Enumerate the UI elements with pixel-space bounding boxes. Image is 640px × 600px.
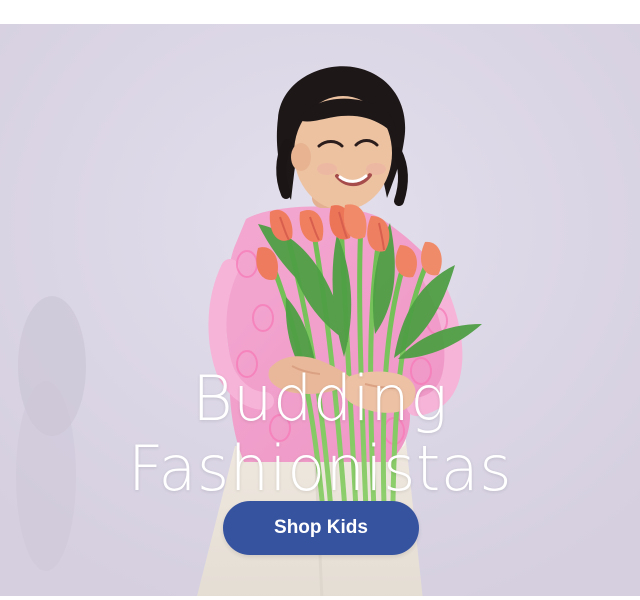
hero-headline: Budding Fashionistas — [0, 361, 640, 505]
page: Budding Fashionistas Shop Kids — [0, 0, 640, 600]
hero-banner[interactable]: Budding Fashionistas Shop Kids — [0, 24, 640, 600]
headline-line-1: Budding — [192, 361, 448, 435]
headline-line-2: Fashionistas — [127, 431, 513, 505]
top-strip — [0, 0, 640, 24]
bottom-strip — [0, 596, 640, 600]
shop-kids-button[interactable]: Shop Kids — [223, 501, 419, 555]
